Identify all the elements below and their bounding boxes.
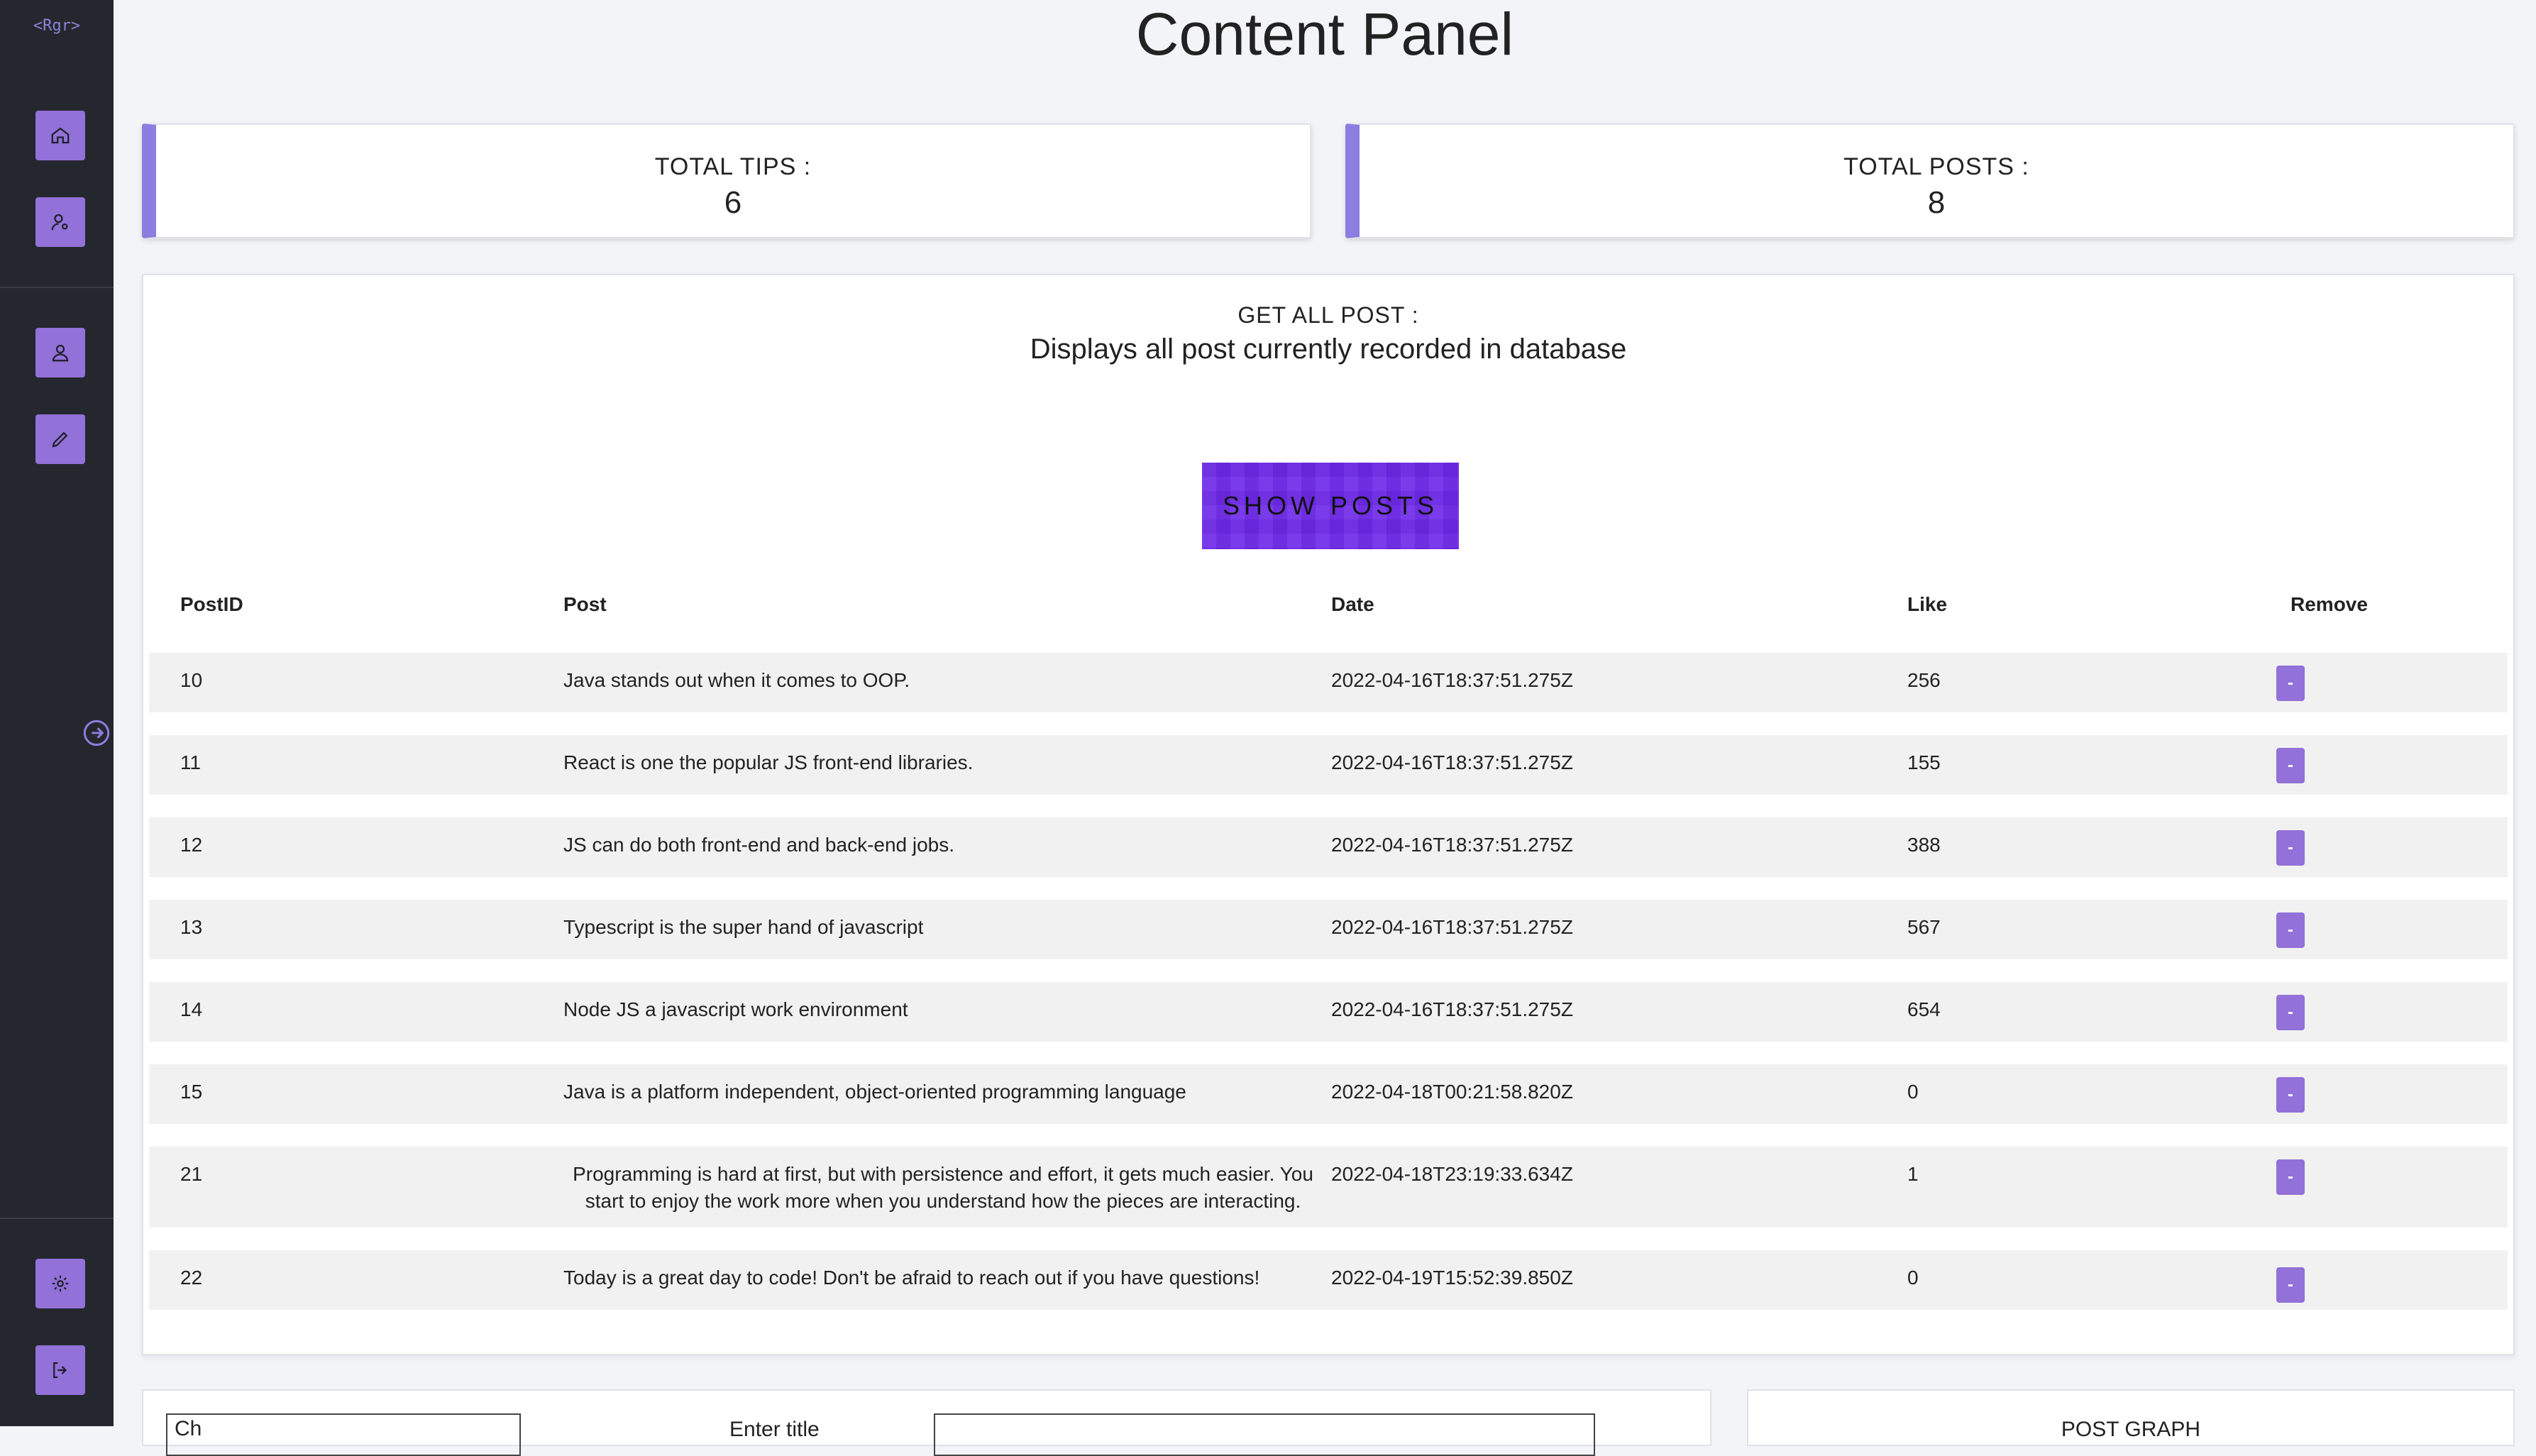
table-row: 22 Today is a great day to code! Don't b… [149,1250,2508,1310]
title-label: Enter title [729,1418,820,1441]
column-header-postid: PostID [180,593,243,615]
post-text: JS can do both front-end and back-end jo… [563,834,955,856]
post-text: Java is a platform independent, object-o… [563,1081,1186,1103]
table-row: 21 Programming is hard at first, but wit… [149,1147,2508,1228]
post-likes: 654 [1907,998,1941,1020]
column-header-like: Like [1907,593,1948,615]
total-posts-card: TOTAL POSTS : 8 [1345,123,2515,238]
sidebar-toggle-button[interactable] [82,719,111,747]
post-text: Node JS a javascript work environment [563,998,908,1020]
stat-label: TOTAL POSTS : [1843,153,2029,180]
post-id: 10 [180,669,203,691]
edit-button[interactable] [35,414,85,464]
remove-post-button[interactable]: - [2276,1077,2305,1113]
table-row: 11 React is one the popular JS front-end… [149,735,2508,795]
post-text: Today is a great day to code! Don't be a… [563,1267,1260,1289]
post-id: 14 [180,998,203,1020]
post-date: 2022-04-16T18:37:51.275Z [1331,916,1573,938]
page-title: Content Panel [1135,1,1514,67]
gear-icon [52,1275,69,1292]
post-likes: 567 [1907,916,1941,938]
home-button[interactable] [35,111,85,160]
posts-panel: GET ALL POST : Displays all post current… [142,274,2515,1355]
remove-post-button[interactable]: - [2276,748,2305,783]
post-likes: 388 [1907,834,1941,856]
table-row: 10 Java stands out when it comes to OOP.… [149,653,2508,712]
post-graph-card: POST GRAPH [1747,1389,2515,1446]
post-id: 15 [180,1081,203,1103]
category-select[interactable]: Ch [166,1413,521,1456]
settings-button[interactable] [35,1259,85,1308]
post-text: Java stands out when it comes to OOP. [563,669,910,691]
arrow-right-circle-icon [83,719,110,746]
profile-button[interactable] [35,328,85,377]
remove-post-button[interactable]: - [2276,1267,2305,1303]
graph-title: POST GRAPH [2061,1418,2201,1441]
table-row: 15 Java is a platform independent, objec… [149,1064,2508,1124]
post-date: 2022-04-16T18:37:51.275Z [1331,751,1573,773]
post-date: 2022-04-16T18:37:51.275Z [1331,998,1573,1020]
post-id: 12 [180,834,203,856]
remove-post-button[interactable]: - [2276,1159,2305,1195]
column-header-date: Date [1331,593,1374,615]
post-id: 13 [180,916,203,938]
table-row: 12 JS can do both front-end and back-end… [149,817,2508,877]
table-row: 14 Node JS a javascript work environment… [149,982,2508,1042]
create-post-card: Ch Enter title [142,1389,1711,1456]
sidebar: <Rgr> [0,0,114,1426]
remove-post-button[interactable]: - [2276,995,2305,1030]
post-id: 11 [180,751,202,773]
panel-heading: GET ALL POST : [1237,302,1419,328]
table-row: 13 Typescript is the super hand of javas… [149,900,2508,959]
post-text: React is one the popular JS front-end li… [563,751,974,773]
remove-post-button[interactable]: - [2276,666,2305,701]
total-tips-card: TOTAL TIPS : 6 [142,123,1311,238]
column-header-post: Post [563,593,607,615]
post-date: 2022-04-16T18:37:51.275Z [1331,834,1573,856]
remove-post-button[interactable]: - [2276,830,2305,866]
post-likes: 155 [1907,751,1941,773]
post-text: Programming is hard at first, but with p… [573,1163,1313,1212]
post-date: 2022-04-16T18:37:51.275Z [1331,669,1573,691]
post-date: 2022-04-18T23:19:33.634Z [1331,1163,1573,1185]
user-admin-icon [51,214,68,231]
logout-icon [53,1362,67,1379]
sidebar-divider [0,287,114,288]
admin-button[interactable] [35,197,85,247]
app-logo[interactable]: <Rgr> [0,17,114,35]
pencil-icon [52,431,68,448]
panel-subheading: Displays all post currently recorded in … [1030,333,1627,365]
post-date: 2022-04-19T15:52:39.850Z [1331,1267,1573,1289]
post-likes: 1 [1907,1163,1919,1185]
stat-value: 8 [1927,185,1946,220]
sidebar-divider [0,1218,114,1219]
post-text: Typescript is the super hand of javascri… [563,916,924,938]
title-input[interactable] [934,1413,1595,1456]
logout-button[interactable] [35,1345,85,1395]
post-likes: 0 [1907,1081,1919,1103]
home-icon [51,127,70,144]
post-id: 21 [180,1163,203,1185]
post-likes: 0 [1907,1267,1919,1289]
post-likes: 256 [1907,669,1941,691]
user-icon [52,344,69,362]
remove-post-button[interactable]: - [2276,912,2305,948]
post-id: 22 [180,1267,203,1289]
show-posts-button[interactable]: SHOW POSTS [1202,463,1459,549]
stat-value: 6 [724,185,742,220]
column-header-remove: Remove [2290,593,2368,615]
stat-label: TOTAL TIPS : [654,153,812,180]
post-date: 2022-04-18T00:21:58.820Z [1331,1081,1573,1103]
